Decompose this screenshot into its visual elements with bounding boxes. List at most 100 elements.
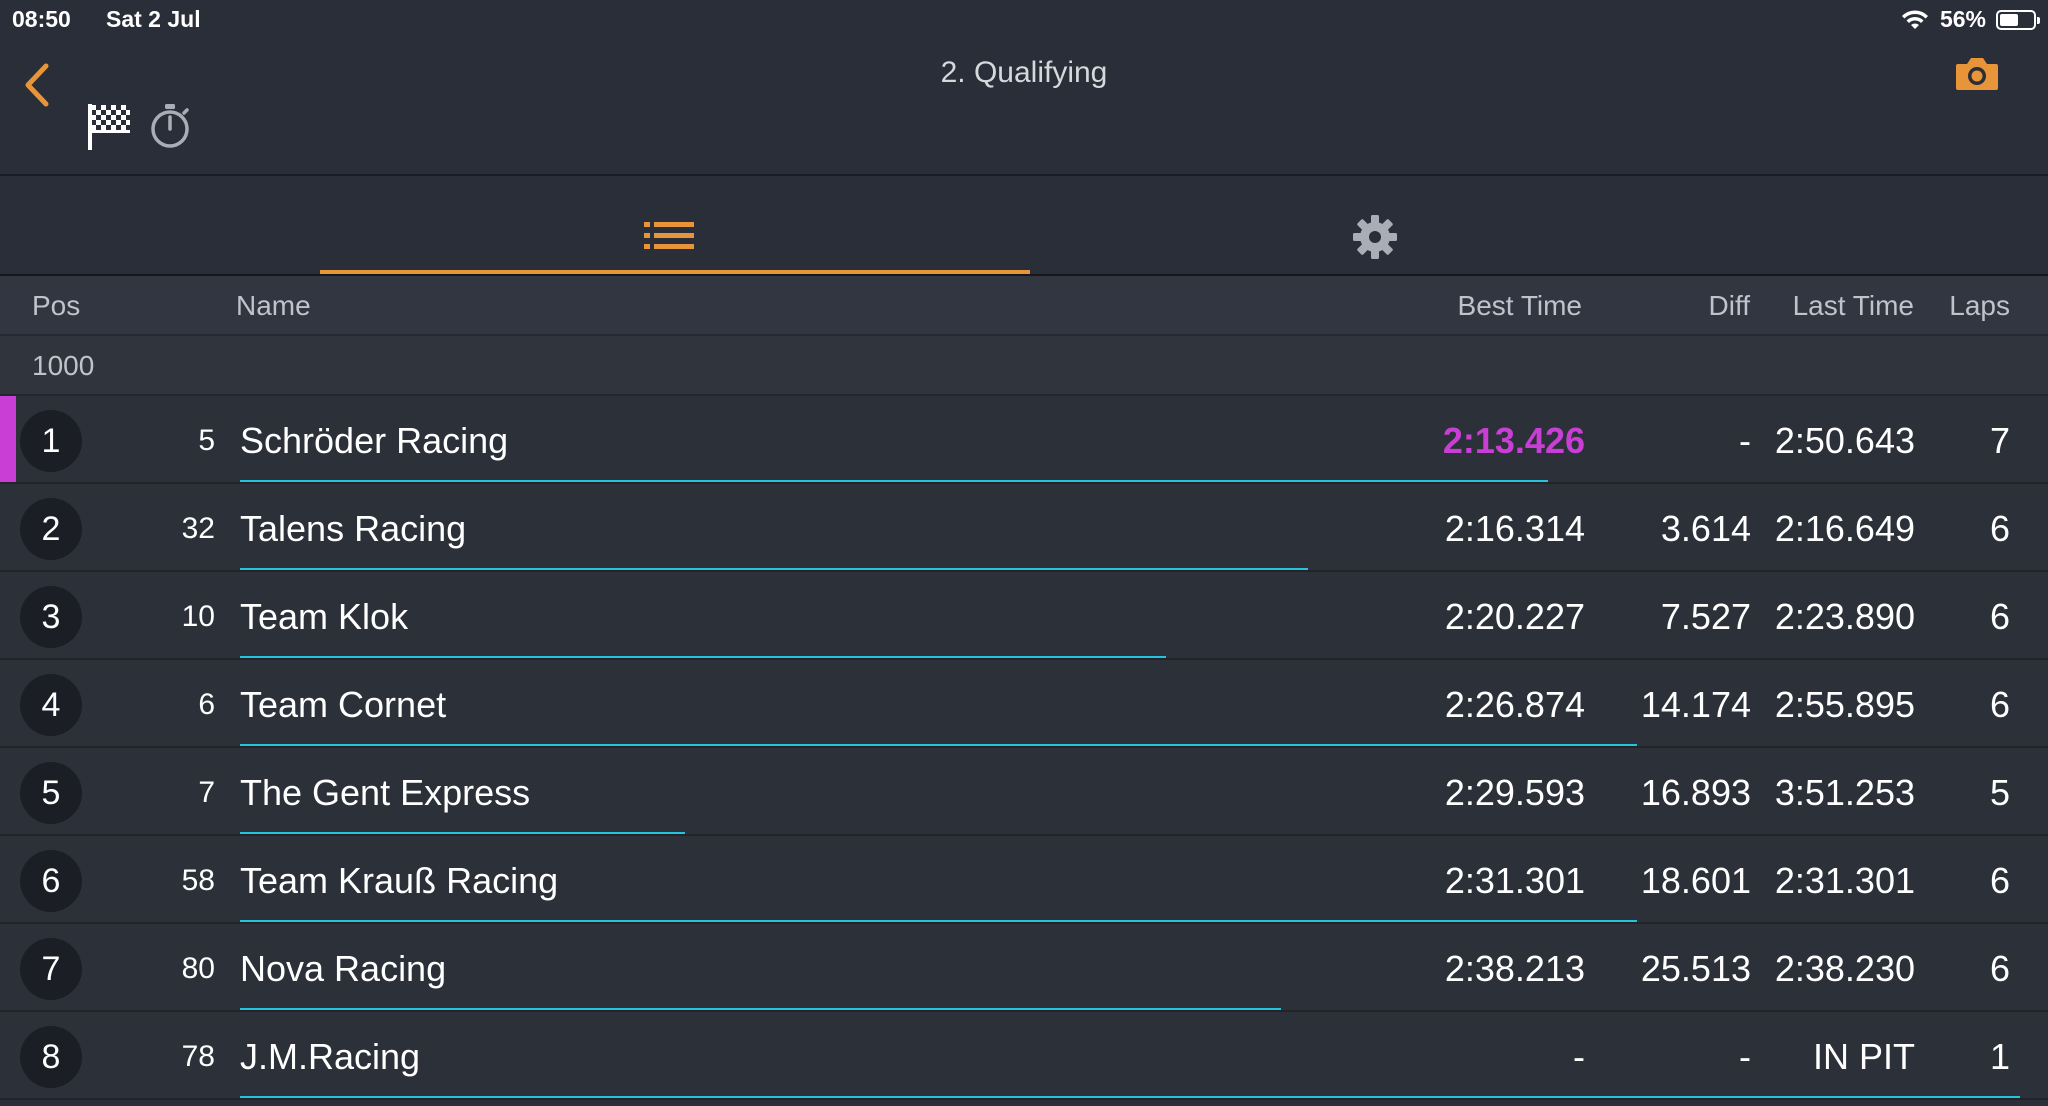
team-name: J.M.Racing — [240, 1036, 421, 1077]
column-diff[interactable]: Diff — [1709, 290, 1751, 322]
tab-bar — [0, 176, 2048, 276]
result-row[interactable]: 5 7 The Gent Express 2:29.593 16.893 3:5… — [0, 748, 2048, 836]
position-badge: 8 — [20, 1026, 82, 1088]
fastest-lap-marker — [0, 660, 16, 748]
gap-diff: 25.513 — [1640, 948, 1751, 989]
lap-count: 6 — [1989, 596, 2010, 637]
best-time: 2:20.227 — [1444, 596, 1585, 637]
app-root: 08:50 Sat 2 Jul 56% 2. Qualifying Pos Na… — [0, 0, 2048, 1106]
gap-diff: 16.893 — [1640, 772, 1751, 813]
stopwatch-icon[interactable] — [148, 102, 192, 150]
best-time: 2:38.213 — [1444, 948, 1585, 989]
lap-count: 6 — [1989, 508, 2010, 549]
gap-diff: 18.601 — [1640, 860, 1751, 901]
lap-count: 6 — [1989, 948, 2010, 989]
status-time: 08:50 — [12, 6, 71, 32]
wifi-icon — [1901, 9, 1928, 29]
last-time: 2:16.649 — [1774, 508, 1915, 549]
best-time: 2:31.301 — [1444, 860, 1585, 901]
battery-tip — [2037, 16, 2040, 24]
class-group-label: 1000 — [32, 350, 95, 381]
column-name[interactable]: Name — [236, 290, 311, 322]
result-row[interactable]: 2 32 Talens Racing 2:16.314 3.614 2:16.6… — [0, 484, 2048, 572]
position-badge: 1 — [20, 410, 82, 472]
car-number: 32 — [181, 512, 215, 545]
best-time: 2:13.426 — [1442, 420, 1585, 461]
position-badge: 5 — [20, 762, 82, 824]
result-row[interactable]: 7 80 Nova Racing 2:38.213 25.513 2:38.23… — [0, 924, 2048, 1012]
car-number: 80 — [181, 952, 215, 985]
page-title: 2. Qualifying — [940, 56, 1108, 89]
fastest-lap-marker — [0, 836, 16, 924]
camera-icon[interactable] — [1954, 54, 2000, 94]
column-header-row: Pos Name Best Time Diff Last Time Laps — [0, 276, 2048, 336]
position-badge: 7 — [20, 938, 82, 1000]
best-time: 2:26.874 — [1444, 684, 1585, 725]
position-badge: 3 — [20, 586, 82, 648]
car-number: 78 — [181, 1040, 215, 1073]
position-badge: 6 — [20, 850, 82, 912]
checkered-flag-icon[interactable] — [86, 102, 132, 152]
battery-icon — [1996, 9, 2040, 30]
result-row[interactable]: 8 78 J.M.Racing - - IN PIT 1 — [0, 1012, 2048, 1100]
lap-count: 5 — [1989, 772, 2010, 813]
position-badge: 4 — [20, 674, 82, 736]
row-divider — [0, 1098, 2048, 1100]
gap-diff: - — [1739, 420, 1751, 461]
fastest-lap-marker — [0, 748, 16, 836]
car-number: 6 — [198, 688, 215, 721]
gap-diff: 3.614 — [1660, 508, 1751, 549]
team-name: Team Cornet — [240, 684, 447, 725]
last-time: 3:51.253 — [1774, 772, 1915, 813]
lap-count: 6 — [1989, 860, 2010, 901]
position-badge: 2 — [20, 498, 82, 560]
column-pos[interactable]: Pos — [32, 290, 80, 322]
battery-fill — [2000, 13, 2018, 26]
last-time: 2:38.230 — [1774, 948, 1915, 989]
best-time: 2:29.593 — [1444, 772, 1585, 813]
best-time: - — [1573, 1036, 1585, 1077]
car-number: 58 — [181, 864, 215, 897]
car-number: 5 — [198, 424, 215, 457]
team-name: Team Krauß Racing — [240, 860, 559, 901]
result-row[interactable]: 4 6 Team Cornet 2:26.874 14.174 2:55.895… — [0, 660, 2048, 748]
tab-results-list[interactable] — [320, 176, 1030, 274]
header: 2. Qualifying — [0, 40, 2048, 176]
tab-active-indicator — [320, 270, 1030, 274]
gap-diff: 14.174 — [1640, 684, 1751, 725]
team-name: Schröder Racing — [240, 420, 509, 461]
column-laps[interactable]: Laps — [1949, 290, 2010, 322]
team-name: Nova Racing — [240, 948, 447, 989]
last-time: IN PIT — [1812, 1036, 1915, 1077]
gap-diff: - — [1739, 1036, 1751, 1077]
team-name: The Gent Express — [240, 772, 531, 813]
column-best-time[interactable]: Best Time — [1458, 290, 1582, 322]
last-time: 2:31.301 — [1774, 860, 1915, 901]
status-right: 56% — [1900, 6, 2040, 33]
results-list: 1 5 Schröder Racing 2:13.426 - 2:50.643 … — [0, 396, 2048, 1100]
status-bar: 08:50 Sat 2 Jul 56% — [0, 0, 2048, 40]
status-date: Sat 2 Jul — [106, 6, 201, 32]
lap-count: 7 — [1989, 420, 2010, 461]
result-row[interactable]: 6 58 Team Krauß Racing 2:31.301 18.601 2… — [0, 836, 2048, 924]
fastest-lap-marker — [0, 572, 16, 660]
lap-count: 1 — [1989, 1036, 2010, 1077]
class-group-header: 1000 — [0, 336, 2048, 396]
last-time: 2:50.643 — [1774, 420, 1915, 461]
best-time: 2:16.314 — [1444, 508, 1585, 549]
car-number: 10 — [181, 600, 215, 633]
gear-icon — [1353, 215, 1397, 259]
list-icon — [644, 222, 694, 249]
team-name: Talens Racing — [240, 508, 467, 549]
fastest-lap-marker — [0, 484, 16, 572]
fastest-lap-marker — [0, 924, 16, 1012]
result-row[interactable]: 1 5 Schröder Racing 2:13.426 - 2:50.643 … — [0, 396, 2048, 484]
column-last-time[interactable]: Last Time — [1793, 290, 1914, 322]
last-time: 2:55.895 — [1774, 684, 1915, 725]
result-row[interactable]: 3 10 Team Klok 2:20.227 7.527 2:23.890 6 — [0, 572, 2048, 660]
last-time: 2:23.890 — [1774, 596, 1915, 637]
fastest-lap-marker — [0, 1012, 16, 1100]
battery-percent: 56% — [1939, 6, 1986, 32]
tab-settings[interactable] — [1030, 176, 1740, 274]
lap-count: 6 — [1989, 684, 2010, 725]
